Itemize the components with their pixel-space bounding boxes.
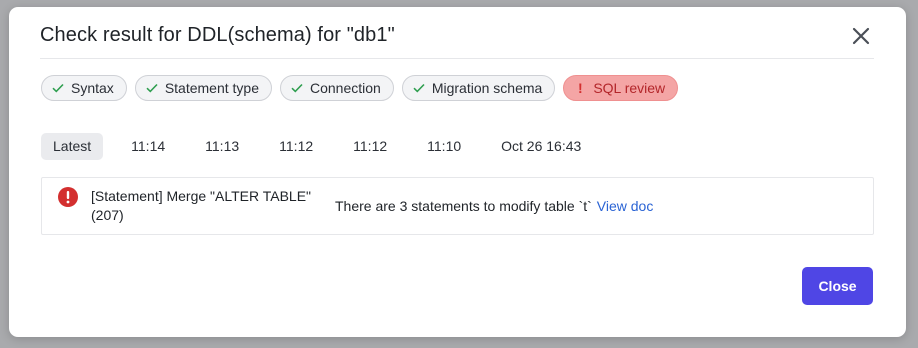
error-icon [57,186,79,208]
history-tabs: Latest 11:14 11:13 11:12 11:12 11:10 Oct… [41,133,581,160]
check-chip-label: Connection [309,80,381,96]
close-icon[interactable] [849,24,873,48]
check-chip-label: SQL review [593,80,666,96]
rule-title: [Statement] Merge "ALTER TABLE" (207) [91,188,312,223]
check-chip-label: Statement type [164,80,259,96]
tab-history-item[interactable]: 11:14 [131,133,165,160]
check-chip-statement-type[interactable]: Statement type [134,75,272,101]
check-icon [52,83,64,93]
dialog-title: Check result for DDL(schema) for "db1" [40,24,395,46]
check-chip-label: Syntax [71,80,114,96]
tab-history-item[interactable]: 11:13 [205,133,239,160]
check-icon [146,83,158,93]
close-button[interactable]: Close [802,267,873,305]
tab-history-item[interactable]: Oct 26 16:43 [501,133,581,160]
header-divider [40,58,874,59]
tab-history-item[interactable]: 11:10 [427,133,461,160]
check-chip-label: Migration schema [431,80,543,96]
tab-history-item[interactable]: 11:12 [279,133,313,160]
view-doc-link[interactable]: View doc [597,198,654,214]
exclamation-icon: ! [577,80,583,96]
tab-history-item[interactable]: 11:12 [353,133,387,160]
check-icon [291,83,303,93]
check-result-row: [Statement] Merge "ALTER TABLE" (207) Th… [41,177,874,235]
check-chip-syntax[interactable]: Syntax [41,75,127,101]
check-result-dialog: Check result for DDL(schema) for "db1" S… [9,7,906,337]
check-chip-migration-schema[interactable]: Migration schema [401,75,556,101]
result-message: There are 3 statements to modify table `… [335,198,592,214]
check-chips: Syntax Statement type Connection Migrati… [41,75,679,101]
tab-latest[interactable]: Latest [41,133,104,160]
check-chip-connection[interactable]: Connection [279,75,394,101]
result-message-line: There are 3 statements to modify table `… [335,197,653,216]
check-chip-sql-review[interactable]: ! SQL review [563,75,679,101]
check-icon [413,83,425,93]
